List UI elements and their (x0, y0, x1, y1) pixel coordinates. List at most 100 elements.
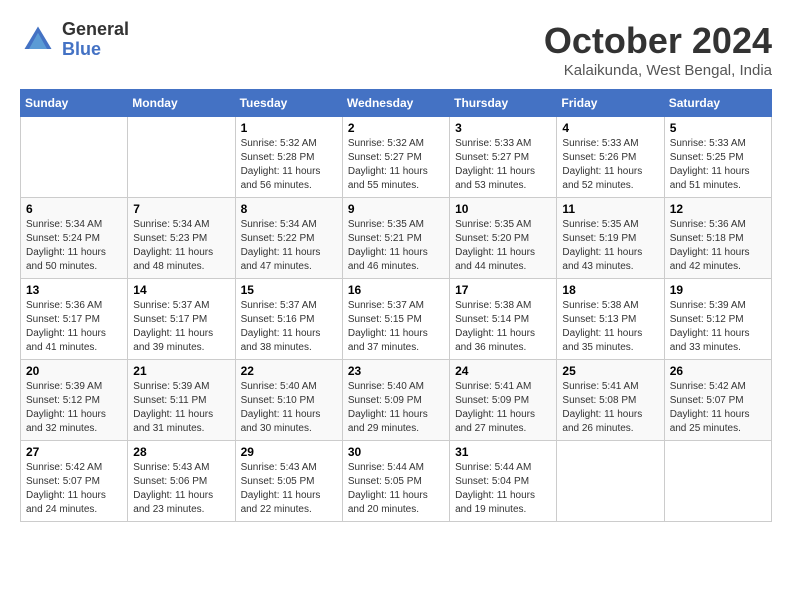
calendar-cell: 30 Sunrise: 5:44 AM Sunset: 5:05 PM Dayli… (342, 441, 449, 522)
month-title: October 2024 (544, 20, 772, 62)
day-number: 24 (455, 364, 551, 378)
page-header: General Blue October 2024 Kalaikunda, We… (20, 20, 772, 79)
logo-text: General Blue (62, 20, 129, 60)
calendar-cell: 4 Sunrise: 5:33 AM Sunset: 5:26 PM Daylig… (557, 117, 664, 198)
day-number: 19 (670, 283, 766, 297)
day-number: 13 (26, 283, 122, 297)
day-number: 4 (562, 121, 658, 135)
calendar-cell: 5 Sunrise: 5:33 AM Sunset: 5:25 PM Daylig… (664, 117, 771, 198)
day-number: 21 (133, 364, 229, 378)
week-row-2: 6Sunrise: 5:34 AM Sunset: 5:24 PM Daylig… (21, 198, 772, 279)
calendar-cell: 7 Sunrise: 5:34 AM Sunset: 5:23 PM Daylig… (128, 198, 235, 279)
logo-general: General (62, 20, 129, 40)
day-number: 7 (133, 202, 229, 216)
day-number: 8 (241, 202, 337, 216)
calendar-cell: 16Sunrise: 5:37 AM Sunset: 5:15 PM Dayli… (342, 279, 449, 360)
day-info: Sunrise: 5:39 AM Sunset: 5:11 PM Dayligh… (133, 380, 229, 436)
calendar-cell: 29 Sunrise: 5:43 AM Sunset: 5:05 PM Dayli… (235, 441, 342, 522)
calendar-cell: 28 Sunrise: 5:43 AM Sunset: 5:06 PM Dayli… (128, 441, 235, 522)
day-number: 3 (455, 121, 551, 135)
logo-icon (20, 22, 56, 58)
day-header-tuesday: Tuesday (235, 90, 342, 117)
calendar-cell: 1 Sunrise: 5:32 AM Sunset: 5:28 PM Daylig… (235, 117, 342, 198)
day-number: 1 (241, 121, 337, 135)
day-info: Sunrise: 5:44 AM Sunset: 5:05 PM Dayligh… (348, 461, 444, 517)
day-info: Sunrise: 5:35 AM Sunset: 5:21 PM Dayligh… (348, 218, 444, 274)
day-number: 30 (348, 445, 444, 459)
day-info: Sunrise: 5:36 AM Sunset: 5:18 PM Dayligh… (670, 218, 766, 274)
day-number: 31 (455, 445, 551, 459)
calendar-table: SundayMondayTuesdayWednesdayThursdayFrid… (20, 89, 772, 522)
day-header-friday: Friday (557, 90, 664, 117)
calendar-cell: 26 Sunrise: 5:42 AM Sunset: 5:07 PM Dayli… (664, 360, 771, 441)
header-row: SundayMondayTuesdayWednesdayThursdayFrid… (21, 90, 772, 117)
day-number: 2 (348, 121, 444, 135)
day-info: Sunrise: 5:34 AM Sunset: 5:24 PM Dayligh… (26, 218, 122, 274)
day-info: Sunrise: 5:34 AM Sunset: 5:23 PM Dayligh… (133, 218, 229, 274)
calendar-cell: 22 Sunrise: 5:40 AM Sunset: 5:10 PM Dayli… (235, 360, 342, 441)
day-info: Sunrise: 5:33 AM Sunset: 5:25 PM Dayligh… (670, 137, 766, 193)
day-number: 10 (455, 202, 551, 216)
day-info: Sunrise: 5:34 AM Sunset: 5:22 PM Dayligh… (241, 218, 337, 274)
week-row-5: 27Sunrise: 5:42 AM Sunset: 5:07 PM Dayli… (21, 441, 772, 522)
title-block: October 2024 Kalaikunda, West Bengal, In… (544, 20, 772, 79)
calendar-cell: 25 Sunrise: 5:41 AM Sunset: 5:08 PM Dayli… (557, 360, 664, 441)
day-info: Sunrise: 5:33 AM Sunset: 5:26 PM Dayligh… (562, 137, 658, 193)
day-number: 11 (562, 202, 658, 216)
day-info: Sunrise: 5:37 AM Sunset: 5:17 PM Dayligh… (133, 299, 229, 355)
day-number: 23 (348, 364, 444, 378)
logo-blue: Blue (62, 40, 129, 60)
calendar-cell: 6Sunrise: 5:34 AM Sunset: 5:24 PM Daylig… (21, 198, 128, 279)
day-info: Sunrise: 5:42 AM Sunset: 5:07 PM Dayligh… (670, 380, 766, 436)
calendar-cell: 9 Sunrise: 5:35 AM Sunset: 5:21 PM Daylig… (342, 198, 449, 279)
calendar-cell: 19 Sunrise: 5:39 AM Sunset: 5:12 PM Dayli… (664, 279, 771, 360)
calendar-cell: 8 Sunrise: 5:34 AM Sunset: 5:22 PM Daylig… (235, 198, 342, 279)
week-row-4: 20 Sunrise: 5:39 AM Sunset: 5:12 PM Dayli… (21, 360, 772, 441)
day-number: 26 (670, 364, 766, 378)
calendar-cell: 12 Sunrise: 5:36 AM Sunset: 5:18 PM Dayli… (664, 198, 771, 279)
day-info: Sunrise: 5:43 AM Sunset: 5:05 PM Dayligh… (241, 461, 337, 517)
day-info: Sunrise: 5:41 AM Sunset: 5:08 PM Dayligh… (562, 380, 658, 436)
day-number: 29 (241, 445, 337, 459)
calendar-cell: 3 Sunrise: 5:33 AM Sunset: 5:27 PM Daylig… (450, 117, 557, 198)
day-info: Sunrise: 5:33 AM Sunset: 5:27 PM Dayligh… (455, 137, 551, 193)
day-info: Sunrise: 5:41 AM Sunset: 5:09 PM Dayligh… (455, 380, 551, 436)
day-info: Sunrise: 5:32 AM Sunset: 5:27 PM Dayligh… (348, 137, 444, 193)
day-info: Sunrise: 5:38 AM Sunset: 5:13 PM Dayligh… (562, 299, 658, 355)
day-info: Sunrise: 5:39 AM Sunset: 5:12 PM Dayligh… (670, 299, 766, 355)
day-number: 27 (26, 445, 122, 459)
day-header-monday: Monday (128, 90, 235, 117)
day-info: Sunrise: 5:35 AM Sunset: 5:20 PM Dayligh… (455, 218, 551, 274)
calendar-cell: 15Sunrise: 5:37 AM Sunset: 5:16 PM Dayli… (235, 279, 342, 360)
day-info: Sunrise: 5:36 AM Sunset: 5:17 PM Dayligh… (26, 299, 122, 355)
day-number: 12 (670, 202, 766, 216)
calendar-cell: 13 Sunrise: 5:36 AM Sunset: 5:17 PM Dayli… (21, 279, 128, 360)
calendar-cell: 17Sunrise: 5:38 AM Sunset: 5:14 PM Dayli… (450, 279, 557, 360)
day-number: 28 (133, 445, 229, 459)
day-number: 9 (348, 202, 444, 216)
logo: General Blue (20, 20, 129, 60)
day-number: 25 (562, 364, 658, 378)
day-info: Sunrise: 5:39 AM Sunset: 5:12 PM Dayligh… (26, 380, 122, 436)
calendar-cell: 31 Sunrise: 5:44 AM Sunset: 5:04 PM Dayli… (450, 441, 557, 522)
day-info: Sunrise: 5:32 AM Sunset: 5:28 PM Dayligh… (241, 137, 337, 193)
day-number: 20 (26, 364, 122, 378)
calendar-cell: 21 Sunrise: 5:39 AM Sunset: 5:11 PM Dayli… (128, 360, 235, 441)
location: Kalaikunda, West Bengal, India (544, 62, 772, 79)
day-number: 15 (241, 283, 337, 297)
calendar-cell (21, 117, 128, 198)
day-number: 16 (348, 283, 444, 297)
calendar-cell: 18Sunrise: 5:38 AM Sunset: 5:13 PM Dayli… (557, 279, 664, 360)
day-header-saturday: Saturday (664, 90, 771, 117)
day-number: 5 (670, 121, 766, 135)
day-info: Sunrise: 5:40 AM Sunset: 5:10 PM Dayligh… (241, 380, 337, 436)
day-number: 22 (241, 364, 337, 378)
calendar-cell (664, 441, 771, 522)
calendar-cell: 11Sunrise: 5:35 AM Sunset: 5:19 PM Dayli… (557, 198, 664, 279)
day-header-sunday: Sunday (21, 90, 128, 117)
calendar-cell: 10 Sunrise: 5:35 AM Sunset: 5:20 PM Dayli… (450, 198, 557, 279)
calendar-cell: 23Sunrise: 5:40 AM Sunset: 5:09 PM Dayli… (342, 360, 449, 441)
day-info: Sunrise: 5:44 AM Sunset: 5:04 PM Dayligh… (455, 461, 551, 517)
calendar-cell (128, 117, 235, 198)
day-info: Sunrise: 5:43 AM Sunset: 5:06 PM Dayligh… (133, 461, 229, 517)
